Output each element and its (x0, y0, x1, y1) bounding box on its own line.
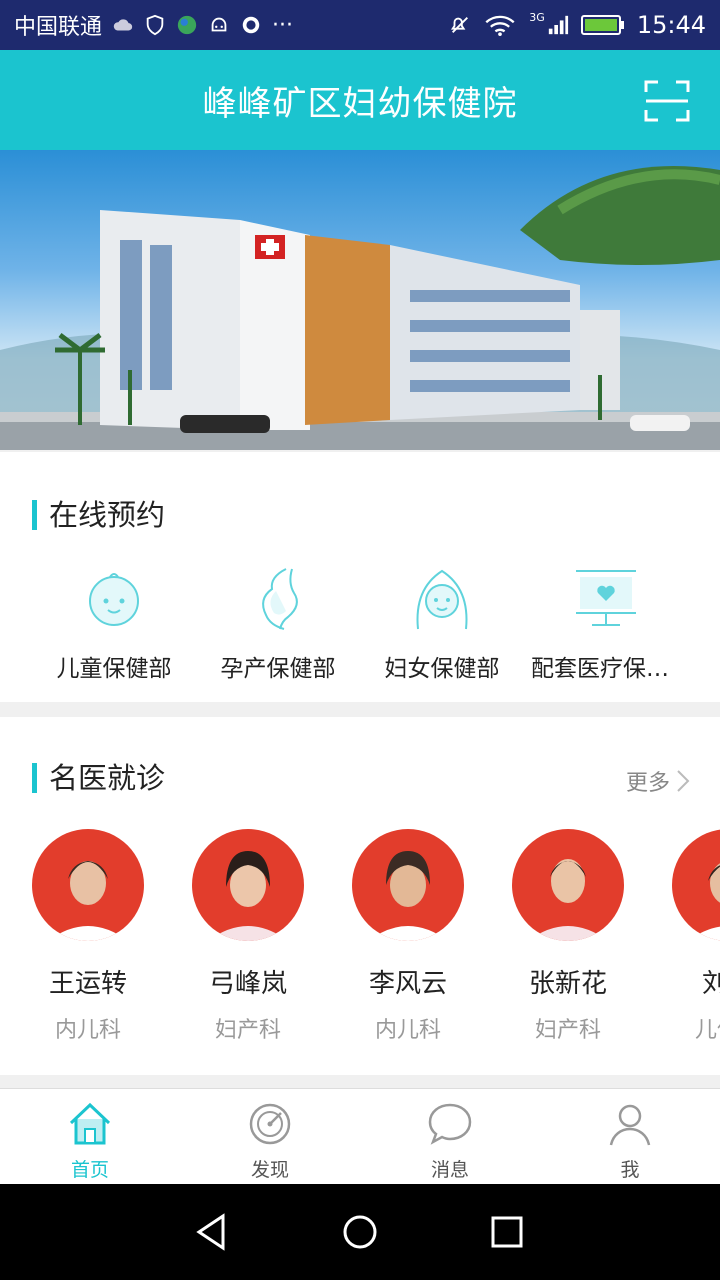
medical-monitor-icon (576, 570, 636, 626)
app-header: 峰峰矿区妇幼保健院 (0, 50, 720, 150)
network-type: 3G (529, 10, 545, 24)
doctor-card[interactable]: 王运转 内儿科 (32, 829, 144, 1044)
back-icon[interactable] (193, 1212, 233, 1252)
doctor-card[interactable]: 刘秀 儿保科 (672, 829, 720, 1044)
bottom-tab-bar: 首页 发现 消息 我 (0, 1088, 720, 1184)
doctor-dept: 妇产科 (534, 1018, 601, 1043)
tab-label: 首页 (70, 1159, 109, 1181)
hospital-banner[interactable] (0, 150, 720, 450)
home-icon (69, 1102, 111, 1145)
doctor-dept: 内儿科 (54, 1018, 121, 1043)
message-icon (428, 1103, 472, 1145)
doctor-avatar (352, 829, 464, 941)
mute-icon (451, 17, 469, 33)
online-booking-section: 在线预约 儿童保健部 孕产保健部 妇女保健部 配套医疗保健部 (0, 452, 720, 702)
doctor-name: 王运转 (48, 969, 127, 999)
status-bar: 中国联通 ··· 3G 15:44 (0, 0, 720, 50)
globe-icon (177, 15, 197, 35)
booking-item-children[interactable]: 儿童保健部 (32, 567, 196, 683)
tab-discover[interactable]: 发现 (180, 1089, 360, 1184)
tab-label: 我 (620, 1159, 640, 1181)
famous-doctors-section: 名医就诊 更多 王运转 内儿科 弓峰岚 妇产科 李风云 内儿科 张新花 妇产科 … (0, 717, 720, 1075)
more-doctors-link[interactable]: 更多 (626, 765, 690, 797)
page-title: 峰峰矿区妇幼保健院 (202, 83, 518, 124)
scan-icon[interactable] (644, 80, 690, 122)
booking-item-women[interactable]: 妇女保健部 (360, 567, 524, 683)
doctor-dept: 妇产科 (214, 1018, 281, 1043)
doctor-avatar (512, 829, 624, 941)
booking-item-label: 儿童保健部 (56, 656, 172, 682)
cloud-icon (113, 19, 133, 31)
clock: 15:44 (636, 11, 706, 39)
booking-item-medical[interactable]: 配套医疗保健部 (524, 567, 688, 683)
tab-label: 消息 (430, 1159, 469, 1181)
carrier-label: 中国联通 (14, 15, 103, 40)
doctor-name: 弓峰岚 (208, 969, 287, 999)
doctor-name: 刘秀 (701, 969, 720, 999)
signal-icon (548, 15, 568, 35)
wifi-icon (485, 15, 515, 36)
tab-home[interactable]: 首页 (0, 1089, 180, 1184)
doctor-dept: 内儿科 (374, 1018, 441, 1043)
tab-profile[interactable]: 我 (540, 1089, 720, 1184)
tab-label: 发现 (250, 1159, 289, 1181)
hospital-building-image (0, 166, 720, 450)
system-nav-bar (0, 1184, 720, 1280)
booking-item-label: 孕产保健部 (220, 656, 336, 682)
baby-face-icon (89, 573, 139, 626)
home-circle-icon[interactable] (340, 1212, 380, 1252)
section-title-booking: 在线预约 (32, 500, 165, 530)
discover-icon (249, 1103, 291, 1145)
recents-icon[interactable] (487, 1212, 527, 1252)
booking-item-maternity[interactable]: 孕产保健部 (196, 567, 360, 683)
doctor-avatar (672, 829, 720, 941)
doctor-name: 张新花 (528, 969, 607, 999)
doctor-card[interactable]: 弓峰岚 妇产科 (192, 829, 304, 1044)
profile-icon (609, 1104, 651, 1146)
android-icon (211, 17, 227, 32)
battery-icon (580, 15, 624, 35)
doctor-avatar (192, 829, 304, 941)
shield-icon (146, 14, 164, 36)
booking-item-label: 配套医疗保健部 (531, 656, 681, 682)
pregnancy-icon (262, 568, 298, 630)
chevron-right-icon (677, 770, 690, 792)
doctor-avatar (32, 829, 144, 941)
section-title-doctors: 名医就诊 (32, 763, 165, 793)
woman-face-icon (416, 569, 468, 630)
more-label: 更多 (625, 771, 670, 796)
doctor-card[interactable]: 李风云 内儿科 (352, 829, 464, 1044)
doctor-list: 王运转 内儿科 弓峰岚 妇产科 李风云 内儿科 张新花 妇产科 刘 儿 (32, 829, 720, 1049)
tab-messages[interactable]: 消息 (360, 1089, 540, 1184)
doctor-dept: 儿保科 (694, 1018, 720, 1043)
doctor-name: 李风云 (368, 969, 447, 999)
booking-item-label: 妇女保健部 (384, 656, 500, 682)
doctor-card[interactable]: 张新花 妇产科 (512, 829, 624, 1044)
more-notifications-icon: ··· (272, 12, 293, 38)
app-q-icon (242, 16, 260, 34)
